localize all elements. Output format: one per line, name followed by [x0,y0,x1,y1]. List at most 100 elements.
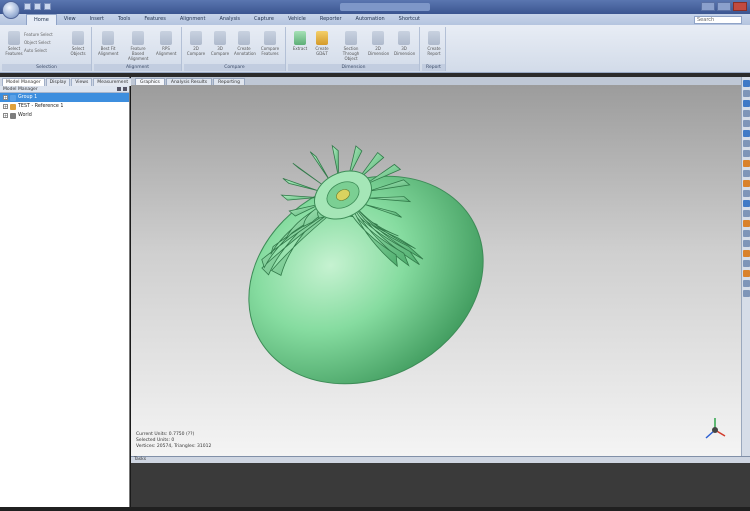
2d-compare-icon [190,31,202,45]
left-panel-tabs: Model Manager Display Views Measurement [0,77,133,86]
gdt-icon [316,31,328,45]
view-tool-icon[interactable] [743,150,750,157]
status-bar [0,507,750,511]
help-search-input[interactable]: Search [694,16,742,24]
view-tool-icon[interactable] [743,280,750,287]
application-menu-button[interactable] [2,1,20,19]
ribbon: Select Features Feature Select Object Se… [0,25,750,73]
panel-tab-display[interactable]: Display [45,78,71,86]
graphics-viewport[interactable]: Current Units: 0.7750 (??) Selected Unit… [131,85,741,456]
ribbon-tab-tools[interactable]: Tools [111,14,137,25]
tree-item[interactable]: + World [0,111,129,120]
create-gdt-button[interactable]: Create GD&T [312,31,332,56]
viewport-tab-analysis-results[interactable]: Analysis Results [165,78,213,85]
viewport-tab-graphics[interactable]: Graphics [135,78,165,85]
3d-dimension-button[interactable]: 3D Dimension [394,31,415,56]
tree-item-label: World [18,113,32,118]
expand-icon[interactable]: + [3,113,8,118]
ribbon-tab-capture[interactable]: Capture [247,14,281,25]
viewport-tab-reporting[interactable]: Reporting [213,78,245,85]
view-tool-icon[interactable] [743,270,750,277]
section-through-object-button[interactable]: Section Through Object [336,31,366,61]
view-tool-icon[interactable] [743,90,750,97]
save-icon[interactable] [24,3,31,10]
close-panel-icon[interactable] [123,87,127,91]
auto-select-option[interactable]: Auto Select [24,47,53,55]
object-select-option[interactable]: Object Select [24,39,53,47]
view-tool-icon[interactable] [743,290,750,297]
ribbon-tab-home[interactable]: Home [26,14,57,25]
view-tool-icon[interactable] [743,230,750,237]
view-tool-icon[interactable] [743,240,750,247]
create-report-button[interactable]: Create Report [424,31,444,56]
impeller-model [248,144,484,385]
ribbon-tab-automation[interactable]: Automation [349,14,392,25]
ribbon-tab-features[interactable]: Features [137,14,173,25]
ribbon-tab-bar: Home View Insert Tools Features Alignment Anal… [0,14,750,25]
select-features-button[interactable]: Select Features [4,31,24,56]
pin-icon[interactable] [117,87,121,91]
viewport-info: Current Units: 0.7750 (??) Selected Unit… [136,432,211,450]
2d-compare-button[interactable]: 2D Compare [186,31,206,56]
select-objects-button[interactable]: Select Objects [68,31,88,56]
panel-tab-views[interactable]: Views [71,78,93,86]
view-tool-icon[interactable] [743,130,750,137]
ribbon-tab-reporter[interactable]: Reporter [313,14,349,25]
tree-item[interactable]: + Group 1 [0,93,129,102]
ribbon-tab-shortcut[interactable]: Shortcut [392,14,427,25]
view-tool-icon[interactable] [743,120,750,127]
compare-features-button[interactable]: Compare Features [260,31,280,56]
ribbon-tab-vehicle[interactable]: Vehicle [281,14,313,25]
ribbon-tab-alignment[interactable]: Alignment [173,14,213,25]
ribbon-group-report: Create Report Report [422,27,446,71]
view-tool-icon[interactable] [743,160,750,167]
model-tree: + Group 1 + TEST - Reference 1 + World [0,93,129,120]
ribbon-tab-view[interactable]: View [57,14,83,25]
tree-node-icon [10,103,16,110]
ribbon-tab-analysis[interactable]: Analysis [212,14,247,25]
best-fit-alignment-button[interactable]: Best Fit Alignment [98,31,119,56]
axis-triad-icon [705,418,726,439]
impeller-blade-tip [331,144,339,178]
undo-icon[interactable] [34,3,41,10]
window-title [340,3,430,11]
ribbon-group-alignment: Best Fit Alignment Feature Based Alignme… [94,27,182,71]
tree-item[interactable]: + TEST - Reference 1 [0,102,129,111]
view-tool-icon[interactable] [743,200,750,207]
rps-alignment-icon [160,31,172,45]
view-tool-icon[interactable] [743,210,750,217]
expand-icon[interactable]: + [3,104,8,109]
view-tool-icon[interactable] [743,190,750,197]
view-tool-icon[interactable] [743,180,750,187]
rps-alignment-button[interactable]: RPS Alignment [156,31,177,56]
view-tool-icon[interactable] [743,260,750,267]
ribbon-tab-insert[interactable]: Insert [83,14,111,25]
impeller-shape [248,144,484,385]
minimize-button[interactable] [701,2,715,11]
close-button[interactable] [733,2,747,11]
tree-node-icon [10,94,16,101]
expand-icon[interactable]: + [3,95,8,100]
view-tool-icon[interactable] [743,250,750,257]
feature-alignment-button[interactable]: Feature Based Alignment [128,31,149,61]
panel-tab-measurement[interactable]: Measurement [93,78,133,86]
2d-dimension-button[interactable]: 2D Dimension [368,31,389,56]
group-label-dimension: Dimension [288,64,419,71]
select-objects-icon [72,31,84,45]
feature-select-option[interactable]: Feature Select [24,31,53,39]
view-tool-icon[interactable] [743,110,750,117]
view-tool-icon[interactable] [743,100,750,107]
view-tool-icon[interactable] [743,140,750,147]
view-tool-icon[interactable] [743,170,750,177]
panel-controls [117,87,127,91]
ribbon-group-compare: 2D Compare 3D Compare Create Annotation … [184,27,286,71]
extract-button[interactable]: Extract [290,31,310,51]
create-annotation-button[interactable]: Create Annotation [234,31,256,56]
panel-tab-model-manager[interactable]: Model Manager [2,78,45,86]
redo-icon[interactable] [44,3,51,10]
3d-compare-button[interactable]: 3D Compare [210,31,230,56]
panel-title: Model Manager [0,86,129,93]
view-tool-icon[interactable] [743,80,750,87]
view-tool-icon[interactable] [743,220,750,227]
maximize-button[interactable] [717,2,731,11]
